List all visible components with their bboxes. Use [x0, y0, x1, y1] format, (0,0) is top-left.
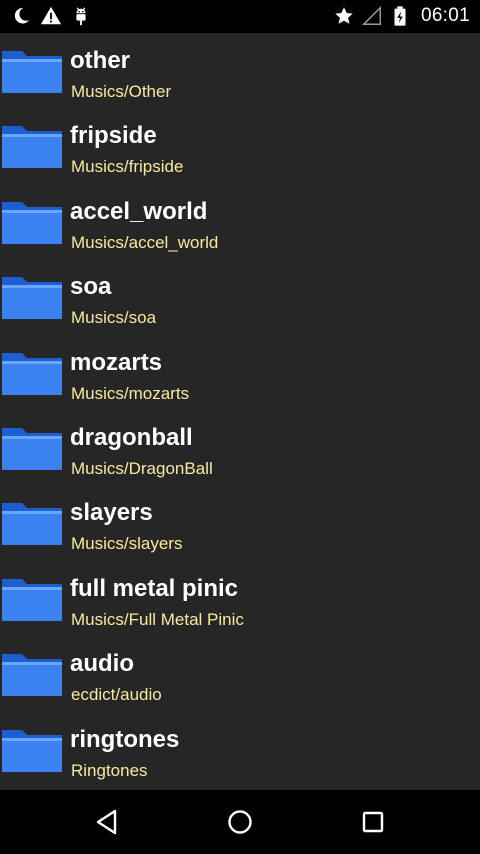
folder-icon — [2, 126, 62, 169]
status-bar: 06:01 — [0, 0, 480, 33]
folder-item-slayers[interactable]: slayers Musics/slayers — [0, 485, 480, 560]
folder-path: Musics/slayers — [71, 534, 183, 554]
folder-icon — [2, 729, 62, 772]
recents-icon — [362, 811, 384, 833]
folder-path: Musics/DragonBall — [71, 458, 213, 478]
folder-name: slayers — [70, 499, 153, 527]
folder-name: dragonball — [70, 423, 193, 451]
folder-icon — [2, 503, 62, 546]
folder-name: fripside — [70, 122, 157, 150]
folder-item-ringtones[interactable]: ringtones Ringtones — [0, 712, 480, 787]
status-time: 06:01 — [420, 5, 470, 26]
star-icon — [335, 7, 353, 24]
folder-item-accel-world[interactable]: accel_world Musics/accel_world — [0, 184, 480, 259]
folder-icon — [2, 427, 62, 470]
folder-name: other — [70, 47, 130, 74]
moon-icon — [14, 7, 30, 24]
folder-icon — [2, 654, 62, 697]
folder-item-other[interactable]: other Musics/Other — [0, 33, 480, 108]
folder-path: Musics/soa — [71, 308, 157, 328]
folder-icon — [2, 352, 62, 395]
warning-icon — [40, 6, 62, 25]
folder-list: other Musics/Other fripside Musics/frips… — [0, 33, 480, 790]
folder-icon — [2, 51, 62, 93]
folder-item-audio[interactable]: audio ecdict/audio — [0, 636, 480, 711]
status-left-icons — [10, 5, 92, 27]
folder-name: accel_world — [70, 197, 208, 225]
folder-icon — [2, 578, 62, 621]
recents-button[interactable] — [353, 802, 393, 842]
folder-path: Musics/fripside — [71, 157, 184, 177]
folder-path: Ringtones — [71, 760, 148, 780]
folder-name: mozarts — [70, 348, 163, 376]
back-button[interactable] — [87, 802, 127, 842]
folder-item-full-metal-pinic[interactable]: full metal pinic Musics/Full Metal Pinic — [0, 561, 480, 636]
folder-item-dragonball[interactable]: dragonball Musics/DragonBall — [0, 410, 480, 485]
folder-path: Musics/Full Metal Pinic — [71, 609, 244, 629]
navigation-bar — [0, 790, 480, 854]
folder-item-mozarts[interactable]: mozarts Musics/mozarts — [0, 335, 480, 410]
folder-path: Musics/Other — [71, 82, 172, 101]
folder-path: Musics/mozarts — [71, 383, 190, 403]
screen: 06:01 other Musics/Other fripside Musics… — [0, 0, 480, 854]
folder-name: ringtones — [70, 725, 180, 753]
folder-path: Musics/accel_world — [71, 232, 219, 252]
folder-item-fripside[interactable]: fripside Musics/fripside — [0, 108, 480, 183]
folder-path: ecdict/audio — [71, 685, 162, 705]
folder-name: full metal pinic — [70, 574, 239, 602]
folder-name: audio — [70, 650, 134, 678]
android-debug-icon — [76, 7, 86, 26]
folder-item-soa[interactable]: soa Musics/soa — [0, 259, 480, 334]
folder-icon — [2, 277, 62, 320]
status-right-icons: 06:01 — [333, 5, 470, 27]
back-icon — [96, 809, 117, 835]
battery-icon — [394, 6, 406, 26]
home-button[interactable] — [220, 802, 260, 842]
folder-name: soa — [70, 273, 112, 301]
folder-icon — [2, 201, 62, 244]
home-icon — [228, 810, 252, 834]
signal-icon — [361, 5, 381, 25]
